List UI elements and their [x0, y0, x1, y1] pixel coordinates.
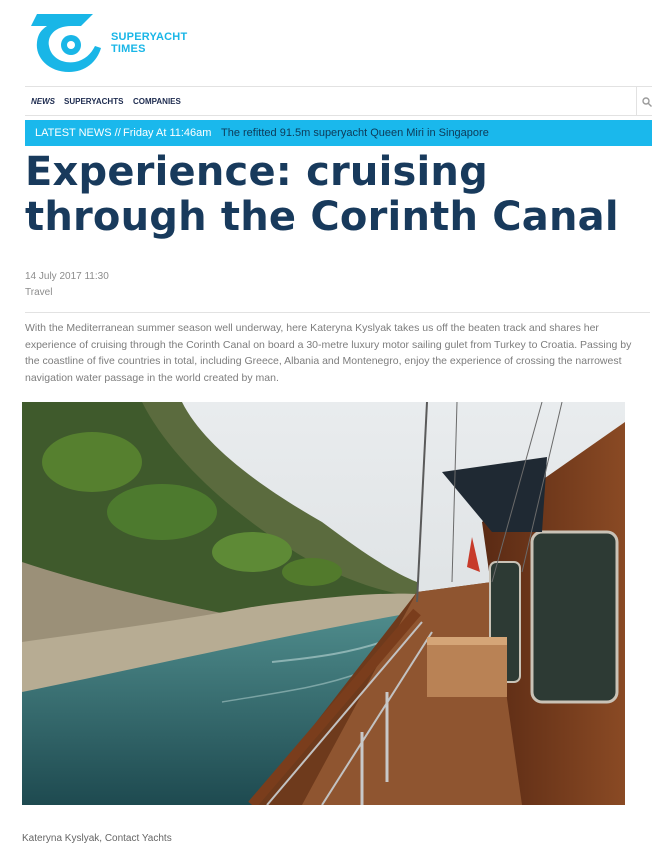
- ticker-headline-link[interactable]: The refitted 91.5m superyacht Queen Miri…: [221, 120, 489, 146]
- ticker-label: LATEST NEWS //: [35, 127, 121, 139]
- nav-item-superyachts[interactable]: SUPERYACHTS: [64, 97, 123, 106]
- image-caption: Kateryna Kyslyak, Contact Yachts: [22, 833, 172, 844]
- article-title: Experience: cruising through the Corinth…: [25, 149, 619, 240]
- article-image: [22, 402, 625, 805]
- ticker-time: Friday At 11:46am: [123, 127, 212, 139]
- logo-mark-icon: [31, 14, 101, 72]
- nav-item-companies[interactable]: COMPANIES: [133, 97, 181, 106]
- search-button[interactable]: [636, 87, 652, 116]
- site-logo[interactable]: SUPERYACHT TIMES: [31, 12, 201, 72]
- logo-line-2: TIMES: [111, 43, 146, 55]
- article-category-link[interactable]: Travel: [25, 287, 52, 298]
- main-nav: NEWS SUPERYACHTS COMPANIES: [25, 86, 652, 116]
- nav-item-news[interactable]: NEWS: [31, 97, 55, 106]
- article-date: 14 July 2017 11:30: [25, 271, 109, 282]
- logo-line-1: SUPERYACHT: [111, 31, 188, 43]
- search-icon: [642, 97, 652, 107]
- divider: [25, 312, 650, 313]
- article-intro: With the Mediterranean summer season wel…: [25, 322, 632, 384]
- logo-text: SUPERYACHT TIMES: [111, 31, 187, 55]
- canal-photo-illustration: [22, 402, 625, 805]
- latest-news-ticker: LATEST NEWS // Friday At 11:46am The ref…: [25, 120, 652, 146]
